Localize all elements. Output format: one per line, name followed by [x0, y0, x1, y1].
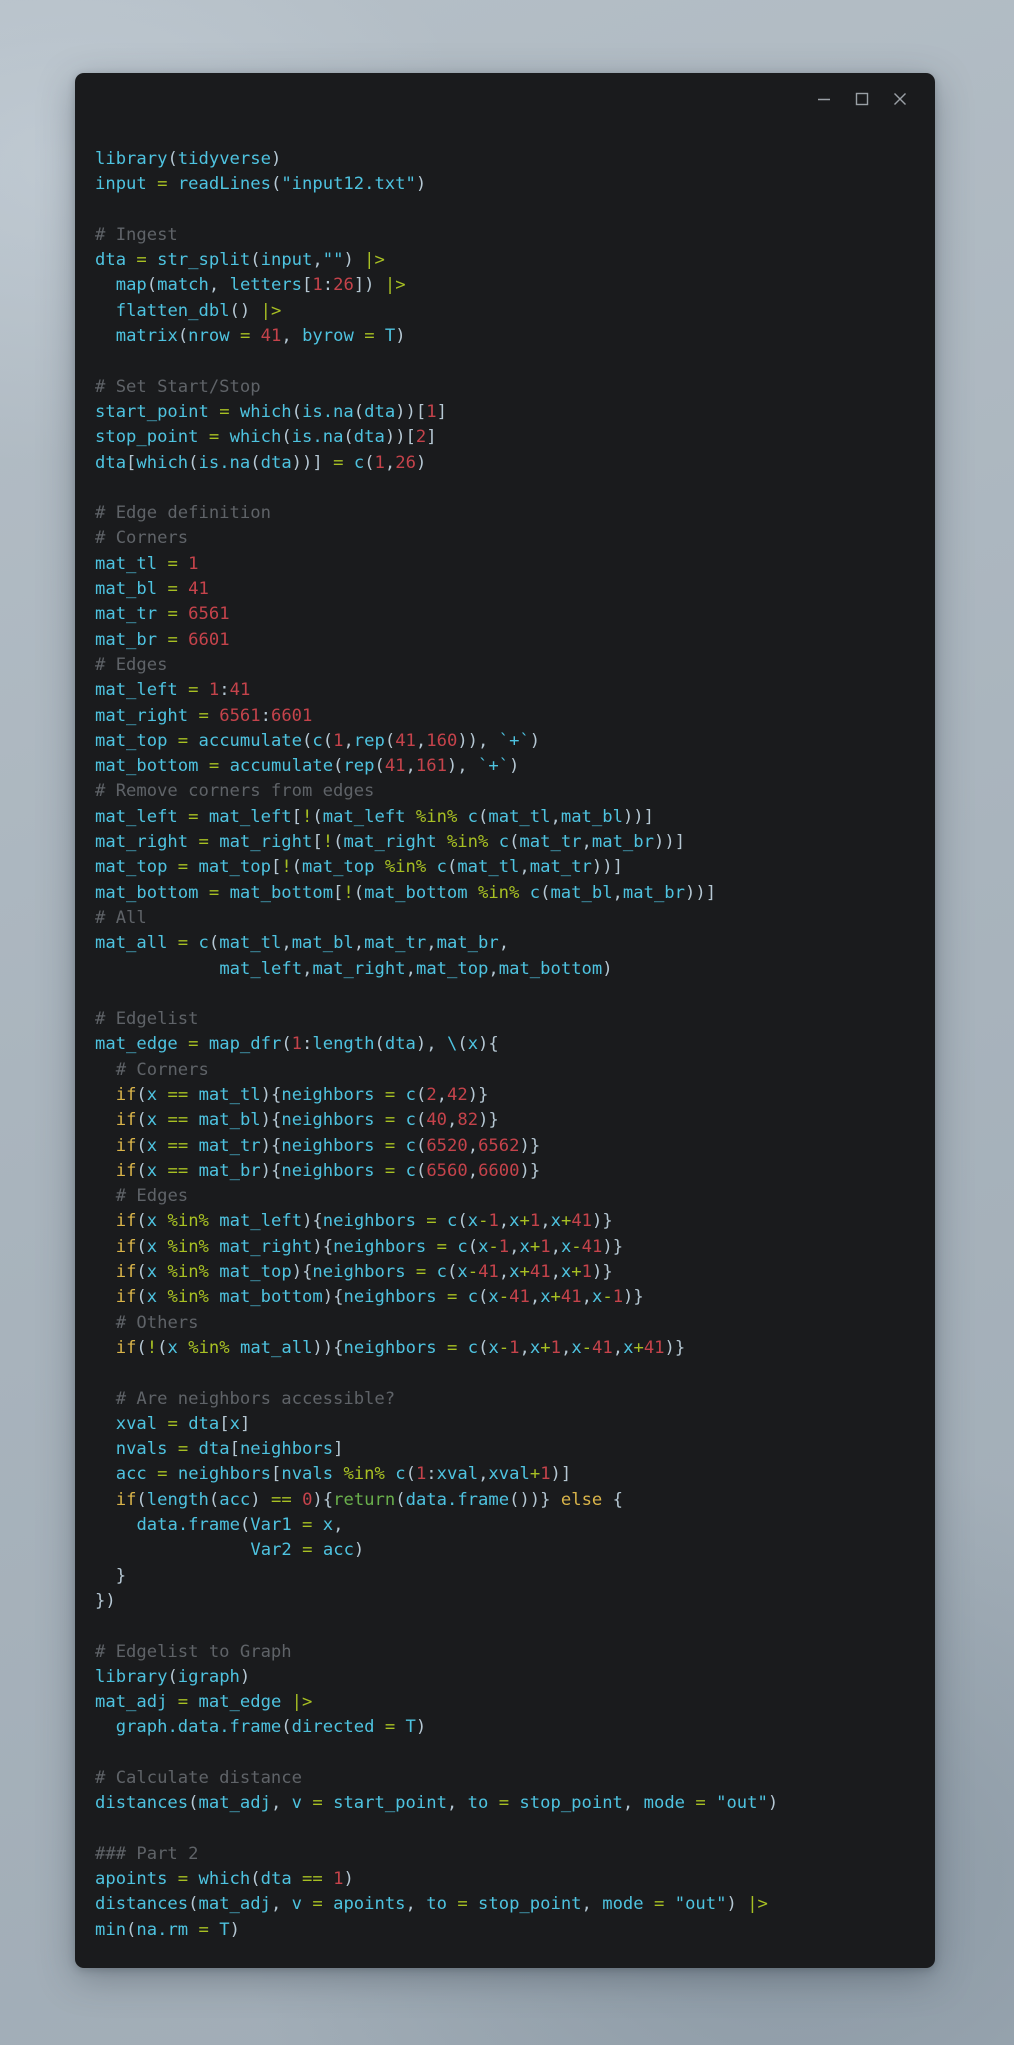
source-code[interactable]: library(tidyverse) input = readLines("in… — [95, 147, 935, 1943]
editor-window: library(tidyverse) input = readLines("in… — [75, 73, 935, 1968]
code-editor-area[interactable]: library(tidyverse) input = readLines("in… — [75, 125, 935, 1968]
maximize-icon — [855, 92, 869, 106]
minimize-button[interactable] — [805, 80, 843, 118]
minimize-icon — [818, 98, 830, 101]
maximize-button[interactable] — [843, 80, 881, 118]
desktop-background: library(tidyverse) input = readLines("in… — [0, 0, 1014, 2045]
close-icon — [894, 93, 906, 105]
window-titlebar[interactable] — [75, 73, 935, 125]
close-button[interactable] — [881, 80, 919, 118]
